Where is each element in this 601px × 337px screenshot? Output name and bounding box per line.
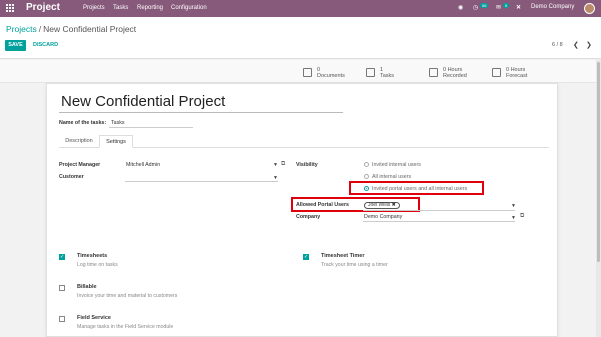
recorded-label: Recorded [443, 73, 467, 79]
billable-desc: Invoice your time and material to custom… [77, 293, 178, 299]
portal-user-tag-label: Joel Willis [368, 202, 391, 208]
company-dropdown-icon[interactable]: ▼ [511, 215, 516, 221]
customer-field[interactable] [125, 181, 278, 182]
company-label: Company [296, 214, 321, 220]
company-switcher[interactable]: Demo Company [531, 4, 574, 10]
tab-description[interactable]: Description [59, 135, 99, 148]
menu-projects[interactable]: Projects [83, 5, 105, 11]
field-service-checkbox[interactable] [59, 316, 65, 322]
tab-settings[interactable]: Settings [99, 135, 133, 148]
field-service-desc: Manage tasks in the Field Service module [77, 324, 174, 330]
timesheet-timer-desc: Track your time using a timer [321, 262, 388, 268]
customer-dropdown-icon[interactable]: ▼ [273, 175, 278, 181]
form-tabs: Description Settings [59, 135, 549, 148]
title-underline [59, 112, 343, 113]
pager-next-icon[interactable]: ❯ [586, 41, 592, 49]
app-name[interactable]: Project [26, 2, 60, 13]
tasks-stat-button[interactable]: 1 Tasks [366, 67, 395, 79]
tasks-name-label: Name of the tasks: [59, 120, 107, 126]
breadcrumb-current: New Confidential Project [43, 24, 137, 34]
top-navbar: Project Projects Tasks Reporting Configu… [0, 0, 601, 17]
portal-users-field[interactable] [363, 210, 515, 211]
chat-icon[interactable]: ✉ [496, 4, 501, 11]
tasks-name-field[interactable]: Tasks [111, 120, 125, 126]
control-panel: Projects / New Confidential Project SAVE D… [0, 17, 601, 59]
portal-user-tag[interactable]: Joel Willis ✖ [364, 202, 400, 209]
documents-label: Documents [317, 73, 345, 79]
activity-icon[interactable]: ◷ [473, 4, 478, 11]
project-manager-label: Project Manager [59, 162, 101, 168]
timesheet-timer-title: Timesheet Timer [321, 253, 365, 259]
close-icon[interactable]: ✕ [516, 4, 521, 11]
billable-checkbox[interactable] [59, 285, 65, 291]
highlight-visibility-portal [349, 181, 484, 195]
project-manager-field[interactable]: Mitchell Admin [126, 162, 160, 168]
document-icon [303, 68, 312, 77]
company-underline [363, 221, 515, 222]
timesheet-timer-checkbox[interactable]: ✓ [303, 254, 309, 260]
visibility-radio-all-internal[interactable] [364, 174, 369, 179]
portal-users-dropdown-icon[interactable]: ▼ [511, 203, 516, 209]
calendar-icon [429, 68, 438, 77]
field-service-title: Field Service [77, 315, 111, 321]
forecast-label: Forecast [506, 73, 528, 79]
remove-tag-icon[interactable]: ✖ [392, 202, 396, 208]
documents-stat-button[interactable]: 0 Documents [303, 67, 345, 79]
stat-button-bar: 0 Documents 1 Tasks 0 Hours Recorded 0 H… [0, 60, 601, 83]
company-external-link-icon[interactable]: ⧉ [520, 213, 524, 220]
message-count-badge: 5 [503, 3, 510, 8]
forecast-stat-button[interactable]: 0 Hours Forecast [492, 67, 528, 79]
customer-label: Customer [59, 174, 84, 180]
tasks-icon [366, 68, 375, 77]
menu-reporting[interactable]: Reporting [137, 5, 163, 11]
pager-value[interactable]: 6 / 8 [552, 42, 563, 48]
timesheets-title: Timesheets [77, 253, 108, 259]
visibility-option-all-internal: All internal users [372, 174, 412, 180]
form-sheet: New Confidential Project Name of the tas… [46, 83, 558, 337]
pager-previous-icon[interactable]: ❮ [573, 41, 579, 49]
company-field[interactable]: Demo Company [364, 214, 402, 220]
external-link-icon[interactable]: ⧉ [281, 161, 285, 168]
project-manager-dropdown-icon[interactable]: ▼ [273, 162, 278, 168]
discard-button[interactable]: DISCARD [33, 40, 58, 51]
menu-configuration[interactable]: Configuration [171, 5, 207, 11]
forecast-icon [492, 68, 501, 77]
recorded-stat-button[interactable]: 0 Hours Recorded [429, 67, 467, 79]
tasks-name-underline [109, 127, 193, 128]
scrollbar-thumb[interactable] [597, 62, 600, 262]
breadcrumb: Projects / New Confidential Project [6, 24, 136, 34]
tasks-label: Tasks [380, 73, 395, 79]
billable-title: Billable [77, 284, 97, 290]
visibility-radio-invited-internal[interactable] [364, 162, 369, 167]
activity-count-badge: 56 [480, 3, 489, 8]
project-title-field[interactable]: New Confidential Project [61, 93, 225, 110]
breadcrumb-separator: / [38, 24, 42, 34]
breadcrumb-projects-link[interactable]: Projects [6, 24, 37, 34]
save-button[interactable]: SAVE [5, 40, 26, 51]
user-avatar[interactable] [584, 3, 595, 14]
timesheets-desc: Log time on tasks [77, 262, 118, 268]
menu-tasks[interactable]: Tasks [113, 5, 128, 11]
visibility-label: Visibility [296, 162, 318, 168]
bug-icon[interactable]: ◉ [458, 4, 463, 11]
timesheets-checkbox[interactable]: ✓ [59, 254, 65, 260]
visibility-option-invited-internal: Invited internal users [372, 162, 421, 168]
apps-menu-icon[interactable] [6, 4, 14, 12]
